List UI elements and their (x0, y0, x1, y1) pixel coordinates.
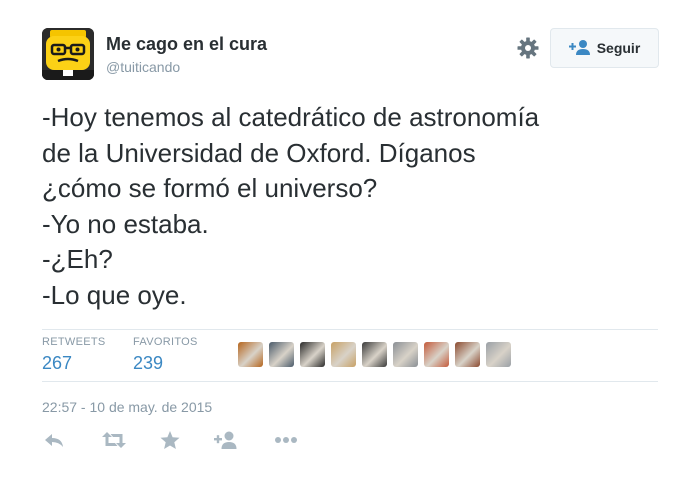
follow-button[interactable]: Seguir (550, 28, 659, 68)
author-handle[interactable]: @tuiticando (106, 59, 267, 75)
favoriter-avatar[interactable] (486, 342, 511, 367)
tweet-timestamp[interactable]: 22:57 - 10 de may. de 2015 (42, 399, 212, 415)
favoriter-avatar[interactable] (300, 342, 325, 367)
author-name[interactable]: Me cago en el cura (106, 34, 267, 55)
lego-face-icon (42, 28, 94, 80)
stats-divider-top (42, 329, 658, 330)
author-names: Me cago en el cura @tuiticando (106, 34, 267, 75)
favoriter-avatar[interactable] (424, 342, 449, 367)
tweet-text: -Hoy tenemos al catedrático de astronomí… (42, 100, 662, 313)
favorites-stat[interactable]: FAVORITOS 239 (133, 336, 198, 374)
retweets-count: 267 (42, 353, 73, 373)
favoriter-avatar[interactable] (331, 342, 356, 367)
gear-icon[interactable] (516, 36, 540, 60)
tweet-line: -Lo que oye. (42, 279, 187, 310)
tweet-line: ¿cómo se formó el universo? (42, 173, 378, 203)
favoriter-avatar[interactable] (269, 342, 294, 367)
add-user-icon[interactable] (214, 428, 238, 452)
favorites-label: FAVORITOS (133, 336, 198, 348)
retweets-stat[interactable]: RETWEETS 267 (42, 336, 106, 374)
favoriter-avatar[interactable] (455, 342, 480, 367)
add-user-icon (568, 39, 591, 58)
favorites-count: 239 (133, 353, 164, 373)
retweet-icon[interactable] (102, 428, 126, 452)
tweet-header: Me cago en el cura @tuiticando Seguir (42, 28, 662, 82)
more-icon[interactable] (274, 428, 298, 452)
retweets-label: RETWEETS (42, 336, 106, 348)
favoriter-avatar[interactable] (393, 342, 418, 367)
tweet-line: -Hoy tenemos al catedrático de astronomí… (42, 102, 540, 132)
tweet-line: -¿Eh? (42, 244, 113, 274)
tweet-line: de la Universidad de Oxford. Díganos (42, 137, 476, 168)
star-icon[interactable] (160, 428, 180, 452)
favoriter-avatar[interactable] (362, 342, 387, 367)
follow-button-label: Seguir (596, 40, 641, 56)
avatar[interactable] (42, 28, 94, 80)
favoriter-avatar[interactable] (238, 342, 263, 367)
reply-icon[interactable] (44, 428, 64, 452)
stats-divider-bottom (42, 381, 658, 382)
tweet-actions (42, 428, 342, 452)
favoriter-avatars (238, 342, 511, 370)
tweet-line: -Yo no estaba. (42, 208, 209, 239)
